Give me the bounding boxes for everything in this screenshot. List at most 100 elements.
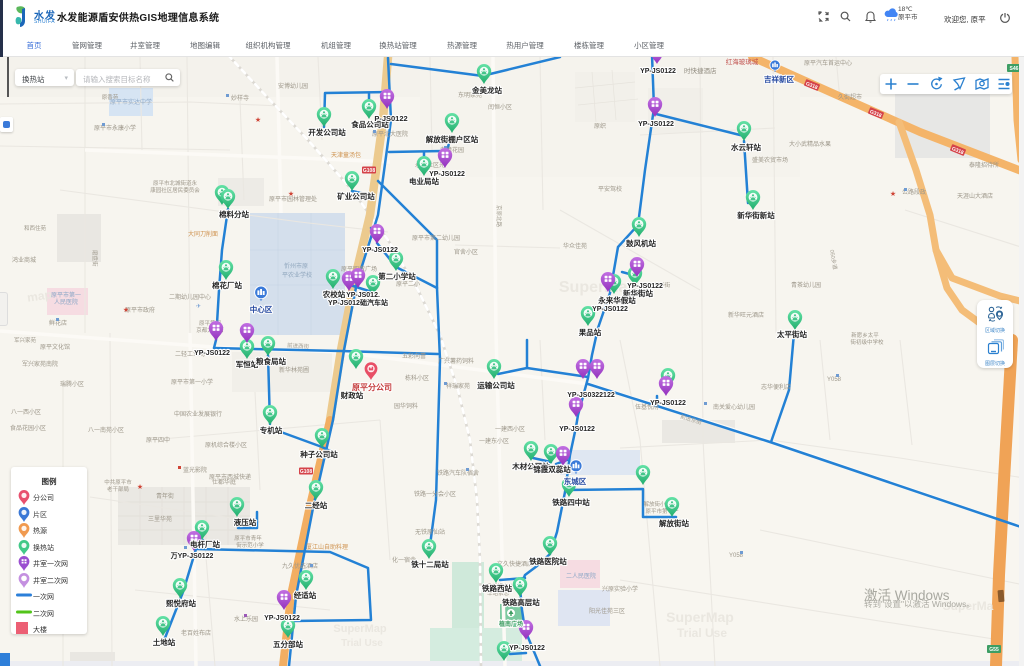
svg-text:红海玻璃城: 红海玻璃城 [726, 57, 759, 66]
svg-text:平农业学校: 平农业学校 [282, 271, 312, 279]
svg-text:YP-JS0122: YP-JS0122 [194, 350, 230, 357]
svg-text:★: ★ [255, 116, 261, 124]
svg-text:SuperMap: SuperMap [333, 623, 386, 635]
svg-text:磨盘街: 磨盘街 [91, 250, 99, 267]
svg-text:街示范小学: 街示范小学 [236, 541, 264, 549]
svg-text:原平分公司: 原平分公司 [352, 382, 392, 392]
svg-text:YP-JS0122: YP-JS0122 [592, 306, 628, 313]
svg-text:YP-JS012础汽车站: YP-JS012础汽车站 [328, 298, 388, 307]
svg-text:原机综合楼小区: 原机综合楼小区 [205, 441, 247, 449]
svg-text:运输公司站: 运输公司站 [477, 380, 515, 390]
svg-text:铁路高层站: 铁路高层站 [502, 597, 540, 607]
svg-text:YP-JS0122: YP-JS0122 [362, 247, 398, 254]
svg-text:一建东小区: 一建东小区 [479, 437, 509, 445]
svg-text:仕都华庭: 仕都华庭 [212, 478, 236, 486]
svg-text:天涯山大酒店: 天涯山大酒店 [957, 192, 993, 200]
svg-text:原平市第一: 原平市第一 [51, 291, 81, 299]
svg-text:中国农业发展银行: 中国农业发展银行 [174, 410, 222, 418]
svg-text:瑞腾小区: 瑞腾小区 [60, 380, 84, 388]
svg-text:原平汽车首运中心: 原平汽车首运中心 [804, 59, 852, 67]
svg-text:铁路四中站: 铁路四中站 [552, 497, 590, 507]
svg-text:原平市北城街道永: 原平市北城街道永 [153, 179, 198, 187]
svg-text:S46: S46 [1010, 66, 1019, 72]
svg-text:Y058: Y058 [827, 377, 842, 383]
svg-text:中共原平市: 中共原平市 [104, 478, 132, 486]
svg-text:无铁原仙站: 无铁原仙站 [415, 528, 445, 536]
svg-text:新华林苑圃: 新华林苑圃 [279, 366, 309, 374]
svg-text:八一南苑小区: 八一南苑小区 [88, 426, 124, 434]
svg-text:Trial Use: Trial Use [677, 626, 727, 640]
svg-text:原平市第一小学: 原平市第一小学 [171, 378, 213, 386]
svg-text:东城区: 东城区 [564, 476, 587, 486]
svg-text:果品站: 果品站 [579, 327, 602, 337]
svg-text:安博幼儿园: 安博幼儿园 [278, 82, 308, 90]
svg-text:铁路汽车队宿舍: 铁路汽车队宿舍 [437, 469, 479, 477]
svg-text:南关爱心幼儿园: 南关爱心幼儿园 [713, 403, 755, 411]
svg-text:原平文化馆: 原平文化馆 [40, 343, 70, 351]
svg-text:铁路医院站: 铁路医院站 [529, 556, 567, 566]
svg-text:YP-JS0322122: YP-JS0322122 [567, 392, 615, 399]
svg-text:一建西小区: 一建西小区 [495, 425, 525, 433]
svg-text:街初级中学校: 街初级中学校 [850, 338, 884, 346]
svg-text:★: ★ [890, 190, 896, 198]
svg-text:金美龙站: 金美龙站 [471, 85, 502, 95]
svg-text:铁路一分会小区: 铁路一分会小区 [414, 490, 456, 498]
svg-text:锦霞双蕊站: 锦霞双蕊站 [533, 464, 571, 474]
svg-text:新华旺元酒店: 新华旺元酒店 [728, 311, 764, 319]
svg-text:经适站: 经适站 [294, 590, 317, 600]
svg-text:YP-JS0122: YP-JS0122 [638, 121, 674, 128]
svg-text:YP-JS0122: YP-JS0122 [264, 615, 300, 622]
svg-text:八一西小区: 八一西小区 [11, 408, 41, 416]
svg-text:★: ★ [137, 483, 143, 491]
svg-text:原平市青年: 原平市青年 [234, 534, 262, 542]
svg-text:泰隆招待所: 泰隆招待所 [969, 161, 999, 169]
svg-text:解放街站: 解放街站 [659, 518, 689, 528]
svg-text:YP-JS0122: YP-JS0122 [509, 645, 545, 652]
svg-text:忻州市原: 忻州市原 [284, 262, 308, 270]
svg-text:植南广场: 植南广场 [498, 620, 523, 628]
svg-text:吉祥新区: 吉祥新区 [764, 74, 794, 84]
svg-text:开发公司站: 开发公司站 [308, 127, 346, 137]
svg-text:原平市实达中学: 原平市实达中学 [110, 98, 152, 106]
svg-text:原平市第二幼儿园: 原平市第二幼儿园 [412, 234, 460, 242]
svg-text:液压站: 液压站 [234, 517, 257, 527]
svg-text:兴原实验小学: 兴原实验小学 [602, 585, 638, 593]
svg-text:三里华苑: 三里华苑 [148, 515, 172, 523]
svg-text:铁路西站: 铁路西站 [482, 583, 512, 593]
svg-text:二期幼儿园中心: 二期幼儿园中心 [169, 293, 211, 301]
svg-text:解放街棚户区站: 解放街棚户区站 [426, 134, 479, 144]
svg-text:志华便利店: 志华便利店 [761, 383, 791, 391]
svg-text:妙样寺: 妙样寺 [231, 94, 249, 102]
svg-text:矿业公司站: 矿业公司站 [337, 191, 375, 201]
svg-text:军兴家苑: 军兴家苑 [14, 336, 37, 344]
svg-text:电杆厂站: 电杆厂站 [190, 539, 220, 549]
svg-text:G108: G108 [363, 168, 375, 174]
svg-text:原平北大医院: 原平北大医院 [372, 130, 408, 138]
svg-text:华众佳苑: 华众佳苑 [563, 242, 587, 250]
svg-text:园华饲料: 园华饲料 [394, 402, 418, 410]
svg-text:第二小学站: 第二小学站 [378, 271, 416, 281]
svg-text:水云轩站: 水云轩站 [731, 142, 761, 152]
svg-text:种子公司站: 种子公司站 [299, 449, 338, 459]
svg-text:文久快捷酒店: 文久快捷酒店 [497, 560, 533, 568]
svg-text:人民医院: 人民医院 [54, 298, 78, 306]
svg-text:盛美农贸市场: 盛美农贸市场 [752, 156, 788, 164]
svg-text:老百姓布店: 老百姓布店 [181, 629, 211, 637]
svg-text:棉料分站: 棉料分站 [219, 209, 249, 219]
svg-text:鸿业商城: 鸿业商城 [12, 256, 36, 264]
svg-text:★: ★ [288, 190, 294, 198]
svg-text:军兴家苑南院: 军兴家苑南院 [22, 360, 58, 368]
svg-text:久街超市: 久街超市 [838, 93, 862, 101]
svg-text:祥瑞家苑: 祥瑞家苑 [446, 382, 470, 390]
svg-text:和西住苑: 和西住苑 [24, 224, 47, 232]
svg-text:新愿乡太平: 新愿乡太平 [851, 331, 879, 339]
svg-text:永来华假站: 永来华假站 [597, 295, 636, 305]
svg-text:P-JS0122: P-JS0122 [374, 114, 407, 123]
svg-text:YP-JS0122: YP-JS0122 [650, 400, 686, 407]
svg-text:厦江山自助料理: 厦江山自助料理 [306, 543, 348, 551]
svg-text:五分部站: 五分部站 [273, 639, 303, 649]
svg-text:YP-JS0122: YP-JS0122 [559, 426, 595, 433]
svg-text:原平市政府: 原平市政府 [125, 306, 155, 314]
svg-text:闰恒小区: 闰恒小区 [488, 103, 512, 111]
svg-text:大同刀削面: 大同刀削面 [188, 230, 218, 238]
